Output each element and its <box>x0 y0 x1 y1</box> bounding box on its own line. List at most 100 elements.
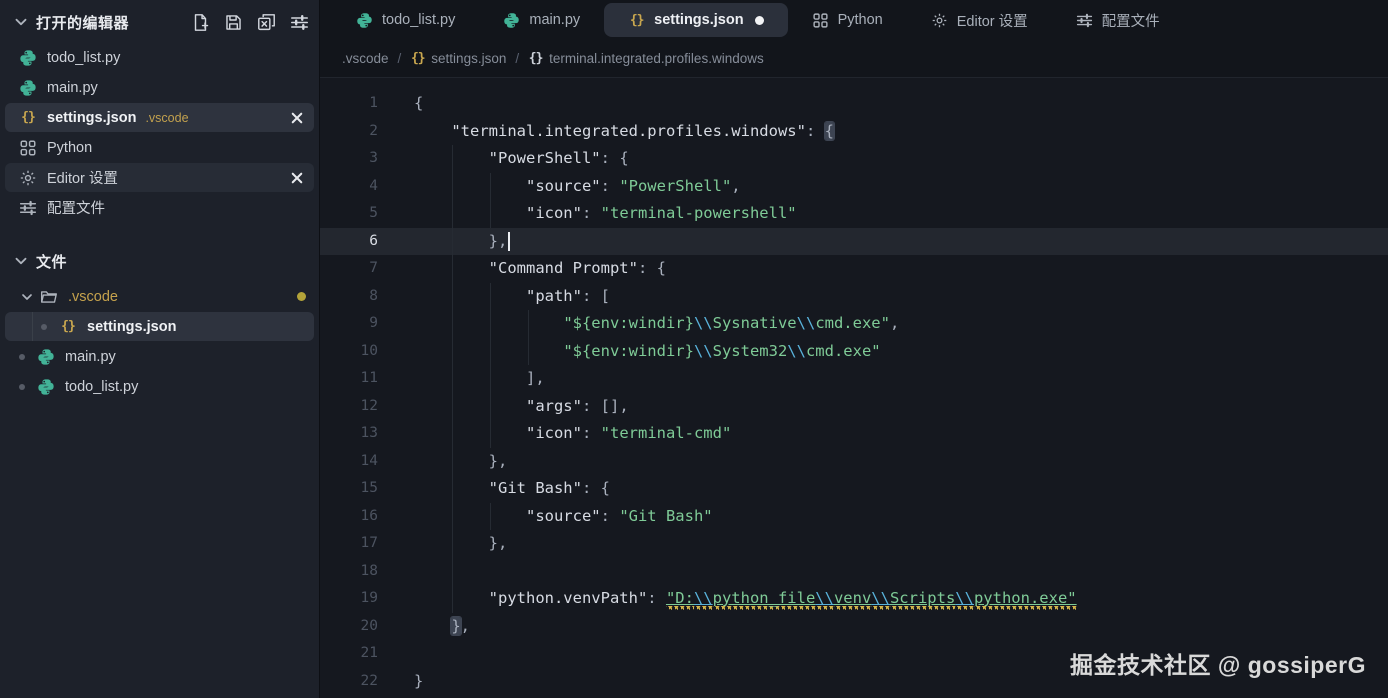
tab-Editor-[interactable]: Editor 设置 <box>907 3 1052 37</box>
code-line-5[interactable]: 5 "icon": "terminal-powershell" <box>320 200 1388 228</box>
save-all-icon[interactable] <box>224 13 243 32</box>
code-token <box>414 452 489 470</box>
json-tab-icon: {} <box>628 12 645 29</box>
code-line-21[interactable]: 21 <box>320 640 1388 668</box>
code-line-13[interactable]: 13 "icon": "terminal-cmd" <box>320 420 1388 448</box>
file-explorer-list: .vscode{}settings.jsonmain.pytodo_list.p… <box>0 277 319 401</box>
open-editor-item-Python[interactable]: Python <box>5 133 314 162</box>
breadcrumb-separator: / <box>515 51 519 66</box>
close-all-editors-icon[interactable] <box>257 13 276 32</box>
close-icon[interactable] <box>288 169 306 187</box>
tab-label: Python <box>838 12 883 28</box>
json-icon: {} <box>528 51 543 66</box>
line-number: 12 <box>320 393 378 421</box>
code-line-10[interactable]: 10 "${env:windir}\\System32\\cmd.exe" <box>320 338 1388 366</box>
new-file-icon[interactable] <box>191 13 210 32</box>
python-file-icon <box>19 79 37 97</box>
close-icon[interactable] <box>288 109 306 127</box>
code-line-17[interactable]: 17 }, <box>320 530 1388 558</box>
open-editor-item-todo_list.py[interactable]: todo_list.py <box>5 43 314 72</box>
code-line-12[interactable]: 12 "args": [], <box>320 393 1388 421</box>
code-token: Sysnative <box>713 314 797 332</box>
code-content: }, <box>414 530 1388 558</box>
code-line-9[interactable]: 9 "${env:windir}\\Sysnative\\cmd.exe", <box>320 310 1388 338</box>
code-token: \\ <box>871 589 890 610</box>
tab-todo_list.py[interactable]: todo_list.py <box>332 3 479 37</box>
tab--[interactable]: 配置文件 <box>1052 3 1184 37</box>
open-editor-label: Python <box>47 140 92 156</box>
code-line-8[interactable]: 8 "path": [ <box>320 283 1388 311</box>
code-token: "Command Prompt" <box>489 259 638 277</box>
tab-settings.json[interactable]: {} settings.json <box>604 3 787 37</box>
code-token: }, <box>489 534 508 552</box>
code-content: "args": [], <box>414 393 1388 421</box>
code-token <box>414 177 526 195</box>
files-title: 文件 <box>36 251 67 272</box>
code-token: , <box>890 314 899 332</box>
code-content: "source": "PowerShell", <box>414 173 1388 201</box>
files-header[interactable]: 文件 <box>0 245 319 277</box>
code-token: : <box>638 259 657 277</box>
file-item-settings.json[interactable]: {}settings.json <box>5 312 314 341</box>
code-token: : <box>582 479 601 497</box>
code-content: "path": [ <box>414 283 1388 311</box>
folder-icon <box>40 288 58 306</box>
python-file-icon <box>19 49 37 67</box>
code-line-22[interactable]: 22} <box>320 668 1388 696</box>
open-editor-label: settings.json <box>47 110 136 126</box>
code-token <box>414 259 489 277</box>
code-token: { <box>657 259 666 277</box>
breadcrumb-item[interactable]: {}settings.json <box>410 51 506 66</box>
code-line-15[interactable]: 15 "Git Bash": { <box>320 475 1388 503</box>
code-token: \\ <box>797 314 816 332</box>
code-line-2[interactable]: 2 "terminal.integrated.profiles.windows"… <box>320 118 1388 146</box>
code-token <box>414 397 526 415</box>
code-editor[interactable]: 1{2 "terminal.integrated.profiles.window… <box>320 78 1388 698</box>
file-item-main.py[interactable]: main.py <box>5 342 314 371</box>
code-token: { <box>414 94 423 112</box>
code-token: : <box>582 397 601 415</box>
breadcrumb-label: settings.json <box>431 51 506 66</box>
open-editor-label: Editor 设置 <box>47 167 118 188</box>
code-line-19[interactable]: 19 "python.venvPath": "D:\\python_file\\… <box>320 585 1388 613</box>
code-line-3[interactable]: 3 "PowerShell": { <box>320 145 1388 173</box>
open-editor-description: .vscode <box>145 111 188 125</box>
chevron-down-icon[interactable] <box>19 289 35 305</box>
code-token: , <box>731 177 740 195</box>
tab-main.py[interactable]: main.py <box>479 3 604 37</box>
folder-item-.vscode[interactable]: .vscode <box>5 282 314 311</box>
open-editor-item-Editor-[interactable]: Editor 设置 <box>5 163 314 192</box>
code-line-16[interactable]: 16 "source": "Git Bash" <box>320 503 1388 531</box>
breadcrumb-item[interactable]: .vscode <box>342 51 389 66</box>
breadcrumb: .vscode/{}settings.json/{}terminal.integ… <box>320 40 1388 78</box>
code-line-11[interactable]: 11 ], <box>320 365 1388 393</box>
code-line-4[interactable]: 4 "source": "PowerShell", <box>320 173 1388 201</box>
tab-Python[interactable]: Python <box>788 3 907 37</box>
open-editor-item-main.py[interactable]: main.py <box>5 73 314 102</box>
code-line-20[interactable]: 20 }, <box>320 613 1388 641</box>
file-item-todo_list.py[interactable]: todo_list.py <box>5 372 314 401</box>
more-actions-icon[interactable] <box>290 13 309 32</box>
breadcrumb-item[interactable]: {}terminal.integrated.profiles.windows <box>528 51 764 66</box>
code-token <box>414 287 526 305</box>
file-status-dot <box>19 384 25 390</box>
open-editors-header[interactable]: 打开的编辑器 <box>0 6 319 38</box>
code-token: Scripts <box>890 589 955 610</box>
open-editor-item--[interactable]: 配置文件 <box>5 193 314 222</box>
code-token: "terminal-powershell" <box>601 204 797 222</box>
code-line-18[interactable]: 18 <box>320 558 1388 586</box>
open-editors-actions <box>191 13 309 32</box>
code-line-14[interactable]: 14 }, <box>320 448 1388 476</box>
modified-dot[interactable] <box>755 16 764 25</box>
code-content: }, <box>414 228 1388 256</box>
code-line-7[interactable]: 7 "Command Prompt": { <box>320 255 1388 283</box>
code-content: ], <box>414 365 1388 393</box>
open-editor-item-settings.json[interactable]: {}settings.json.vscode <box>5 103 314 132</box>
code-line-6[interactable]: 6 }, <box>320 228 1388 256</box>
tab-label: settings.json <box>654 12 743 28</box>
code-line-1[interactable]: 1{ <box>320 90 1388 118</box>
code-token <box>414 204 526 222</box>
chevron-down-icon[interactable] <box>12 13 30 31</box>
code-token: : <box>601 507 620 525</box>
chevron-down-icon[interactable] <box>12 252 30 270</box>
